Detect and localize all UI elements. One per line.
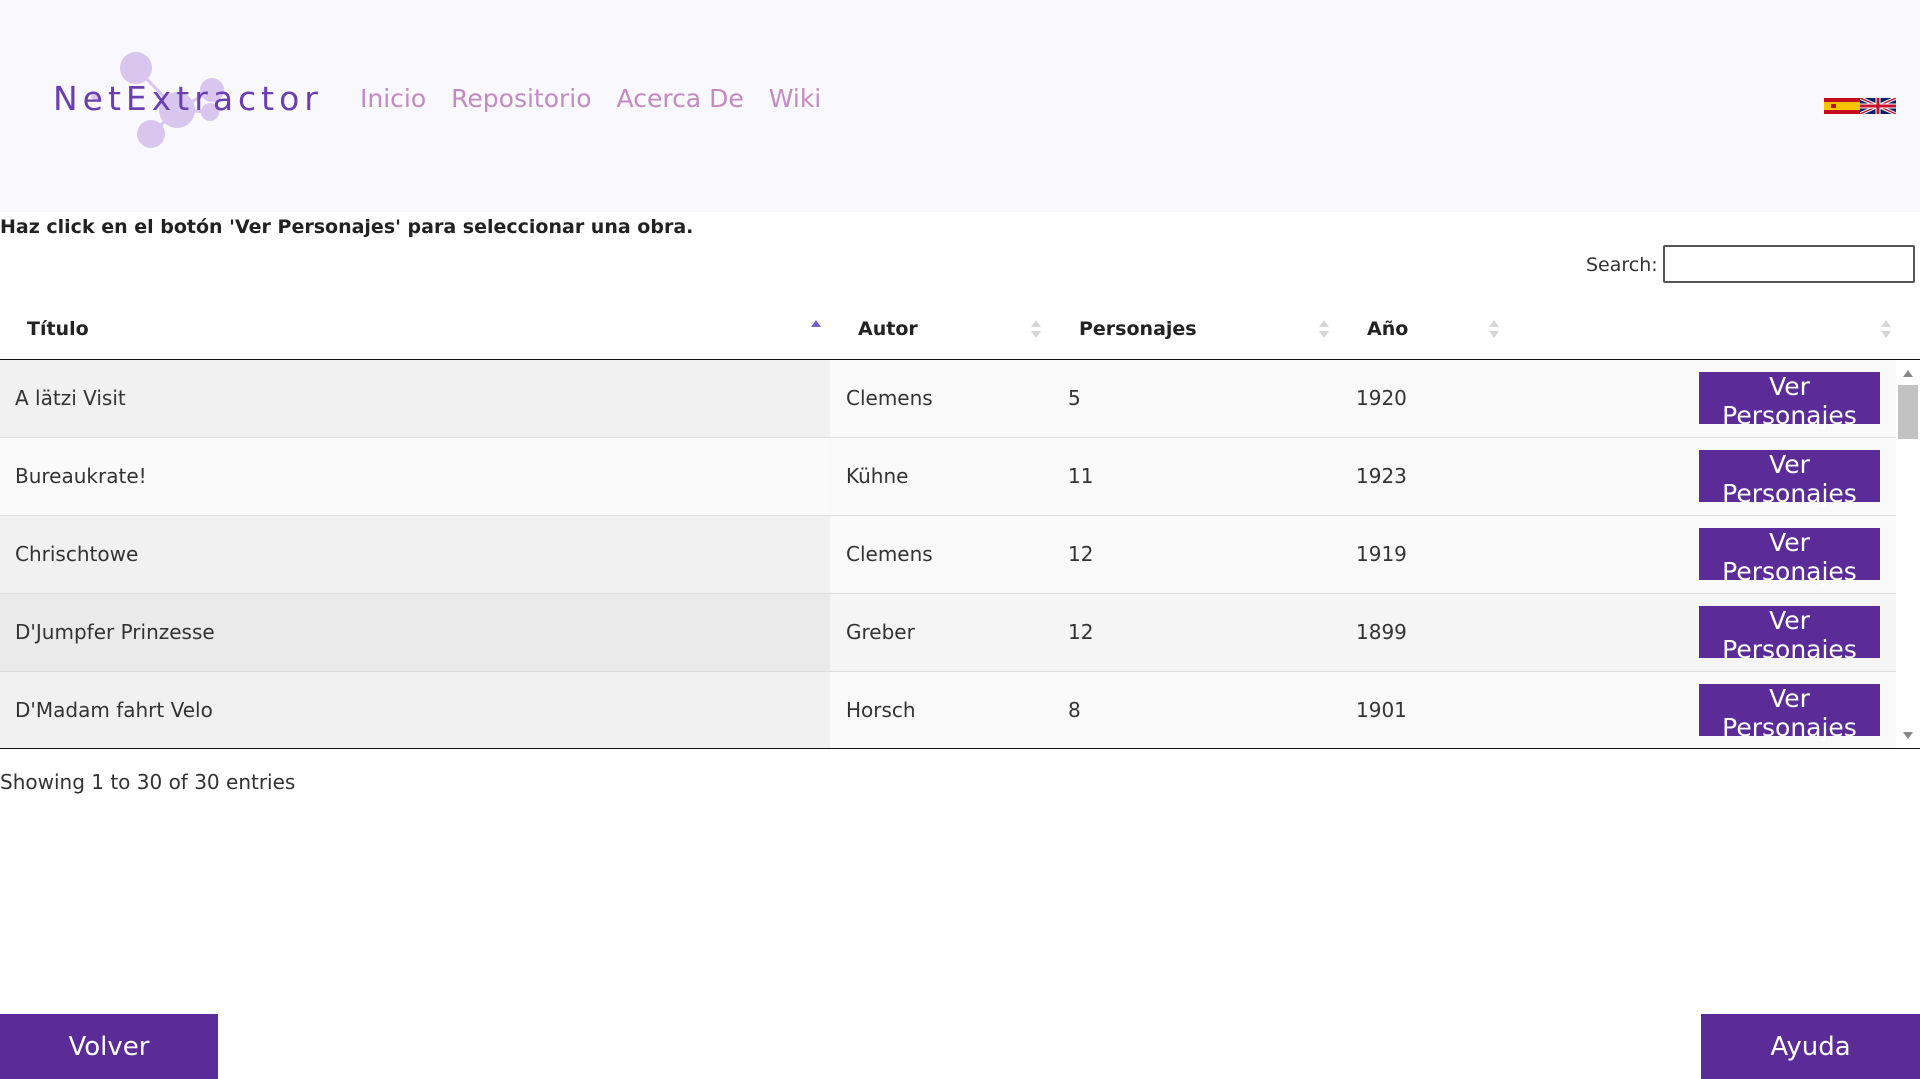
- cell-titulo: A lätzi Visit: [15, 386, 126, 410]
- scroll-down-arrow-icon[interactable]: [1903, 732, 1913, 739]
- cell-personajes: 12: [1068, 620, 1094, 644]
- nav-repositorio[interactable]: Repositorio: [451, 84, 591, 113]
- nav-acerca-de[interactable]: Acerca De: [617, 84, 744, 113]
- cell-autor: Horsch: [846, 698, 916, 722]
- sort-both-icon: [1881, 320, 1891, 338]
- sort-both-icon: [1489, 320, 1499, 338]
- netextractor-logo[interactable]: NetExtractor: [50, 50, 318, 150]
- ayuda-button[interactable]: Ayuda: [1701, 1014, 1920, 1079]
- scrollbar-thumb[interactable]: [1898, 385, 1918, 439]
- table-header: Título Autor Personajes Año: [0, 300, 1920, 360]
- volver-button[interactable]: Volver: [0, 1014, 218, 1079]
- cell-ano: 1919: [1356, 542, 1407, 566]
- sort-ascending-icon: [811, 320, 821, 327]
- nav-wiki[interactable]: Wiki: [769, 84, 822, 113]
- cell-autor: Clemens: [846, 542, 933, 566]
- logo-text: NetExtractor: [53, 79, 323, 118]
- search-label: Search:: [1586, 254, 1658, 276]
- cell-personajes: 5: [1068, 386, 1081, 410]
- cell-autor: Clemens: [846, 386, 933, 410]
- column-header-label: Personajes: [1079, 318, 1197, 340]
- nav-inicio[interactable]: Inicio: [360, 84, 426, 113]
- table-bottom-border: [0, 748, 1920, 749]
- column-header-personajes[interactable]: Personajes: [1052, 300, 1340, 359]
- column-header-label: Título: [27, 318, 89, 340]
- column-header-label: Autor: [858, 318, 918, 340]
- cell-titulo: Chrischtowe: [15, 542, 139, 566]
- cell-personajes: 8: [1068, 698, 1081, 722]
- instructions-text: Haz click en el botón 'Ver Personajes' p…: [0, 216, 694, 238]
- uk-flag-icon[interactable]: [1860, 98, 1896, 114]
- cell-ano: 1901: [1356, 698, 1407, 722]
- column-header-autor[interactable]: Autor: [830, 300, 1052, 359]
- scroll-up-arrow-icon[interactable]: [1903, 370, 1913, 377]
- cell-ano: 1899: [1356, 620, 1407, 644]
- table-scrollbar[interactable]: [1896, 360, 1920, 748]
- cell-autor: Greber: [846, 620, 915, 644]
- table-row: Bureaukrate! Kühne 11 1923 Ver Personaje…: [0, 438, 1896, 516]
- cell-titulo: D'Madam fahrt Velo: [15, 698, 213, 722]
- ver-personajes-button[interactable]: Ver Personajes: [1699, 606, 1880, 664]
- table-row: D'Jumpfer Prinzesse Greber 12 1899 Ver P…: [0, 594, 1896, 672]
- sort-both-icon: [1319, 320, 1329, 338]
- table-info: Showing 1 to 30 of 30 entries: [0, 770, 296, 794]
- ver-personajes-button[interactable]: Ver Personajes: [1699, 372, 1880, 430]
- ver-personajes-button[interactable]: Ver Personajes: [1699, 684, 1880, 742]
- ver-personajes-button[interactable]: Ver Personajes: [1699, 450, 1880, 508]
- ver-personajes-button[interactable]: Ver Personajes: [1699, 528, 1880, 586]
- site-header: NetExtractor Inicio Repositorio Acerca D…: [0, 0, 1920, 212]
- cell-titulo: D'Jumpfer Prinzesse: [15, 620, 215, 644]
- sort-both-icon: [1031, 320, 1041, 338]
- table-row: A lätzi Visit Clemens 5 1920 Ver Persona…: [0, 360, 1896, 438]
- cell-ano: 1920: [1356, 386, 1407, 410]
- column-header-titulo[interactable]: Título: [0, 300, 830, 359]
- search-input[interactable]: [1663, 245, 1915, 283]
- column-header-actions[interactable]: [1510, 300, 1920, 359]
- cell-titulo: Bureaukrate!: [15, 464, 147, 488]
- table-body: A lätzi Visit Clemens 5 1920 Ver Persona…: [0, 360, 1896, 748]
- cell-personajes: 11: [1068, 464, 1094, 488]
- table-row: Chrischtowe Clemens 12 1919 Ver Personaj…: [0, 516, 1896, 594]
- main-nav: Inicio Repositorio Acerca De Wiki: [360, 84, 821, 113]
- cell-personajes: 12: [1068, 542, 1094, 566]
- cell-autor: Kühne: [846, 464, 909, 488]
- es-flag-icon[interactable]: [1824, 98, 1860, 114]
- column-header-label: Año: [1367, 318, 1409, 340]
- column-header-ano[interactable]: Año: [1340, 300, 1510, 359]
- table-row: D'Madam fahrt Velo Horsch 8 1901 Ver Per…: [0, 672, 1896, 748]
- cell-ano: 1923: [1356, 464, 1407, 488]
- language-switcher: [1824, 98, 1896, 114]
